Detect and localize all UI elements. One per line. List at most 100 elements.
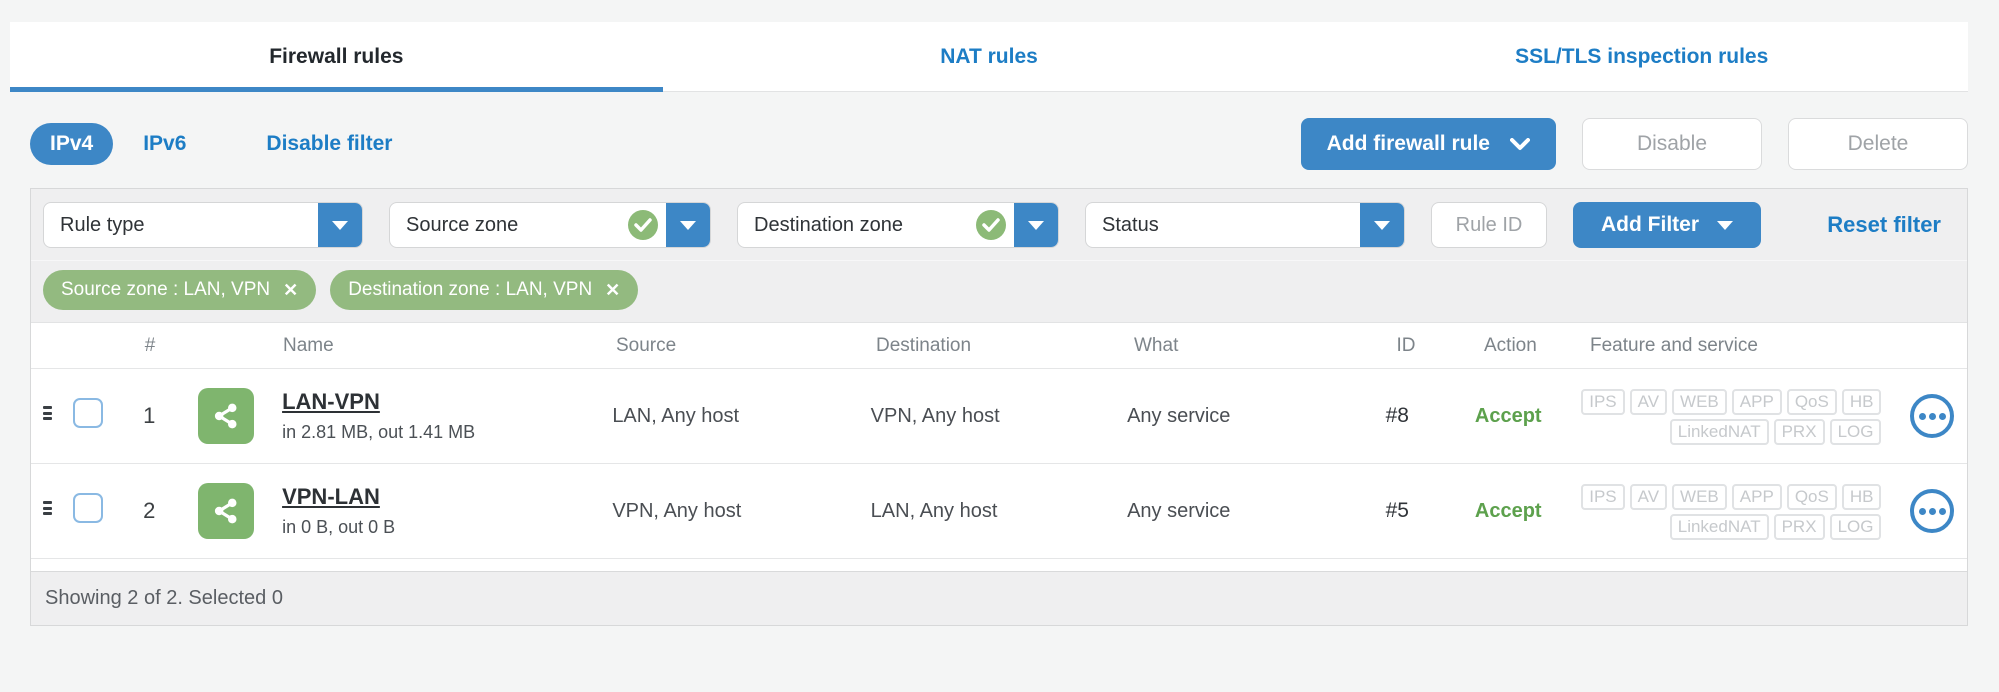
header-num: # (144, 334, 156, 356)
share-icon (198, 388, 255, 444)
cell-rule-id: #8 (1385, 404, 1409, 427)
caret-down-icon (1717, 220, 1733, 230)
destination-zone-dropdown[interactable]: Destination zone (737, 202, 1059, 248)
header-destination: Destination (876, 334, 972, 356)
cell-destination: LAN, Any host (870, 499, 998, 522)
check-circle-icon (628, 210, 658, 240)
table-row: 2 VPN-LAN in 0 B, out 0 B VPN, Any host … (31, 464, 1967, 559)
tab-nat-rules[interactable]: NAT rules (663, 22, 1316, 91)
feature-badge: WEB (1672, 388, 1727, 415)
feature-badge: LOG (1829, 418, 1882, 445)
feature-badge: QoS (1786, 483, 1837, 510)
close-icon[interactable]: ✕ (605, 281, 620, 299)
rule-type-dropdown[interactable]: Rule type (43, 202, 363, 248)
caret-down-icon (1028, 220, 1044, 230)
cell-feature-and-service: IPS AV WEB APP QoS HB LinkedNAT PRX LOG (1576, 386, 1897, 446)
table-row: 1 LAN-VPN in 2.81 MB, out 1.41 MB LAN, A… (31, 369, 1967, 464)
filter-row: Rule type Source zone Destination zone S… (31, 189, 1967, 261)
table-header-row: # Name Source Destination What ID Action… (31, 323, 1967, 369)
firewall-rules-table: # Name Source Destination What ID Action… (31, 322, 1967, 571)
delete-button[interactable]: Delete (1788, 118, 1968, 170)
ellipsis-icon[interactable] (1910, 394, 1955, 438)
row-number: 2 (143, 498, 156, 523)
cell-what: Any service (1127, 404, 1231, 427)
reset-filter-link[interactable]: Reset filter (1827, 212, 1941, 238)
destination-zone-dropdown-label: Destination zone (754, 213, 903, 236)
header-action: Action (1484, 334, 1537, 356)
status-dropdown[interactable]: Status (1085, 202, 1405, 248)
feature-badge: LinkedNAT (1669, 513, 1769, 540)
filter-chip-source-zone[interactable]: Source zone : LAN, VPN ✕ (43, 270, 317, 310)
firewall-rules-panel: Rule type Source zone Destination zone S… (30, 188, 1968, 626)
add-filter-button[interactable]: Add Filter (1573, 202, 1761, 248)
showing-status-text: Showing 2 of 2. Selected 0 (45, 587, 283, 609)
source-zone-dropdown[interactable]: Source zone (389, 202, 711, 248)
cell-rule-id: #5 (1385, 499, 1409, 522)
tab-ssl-tls-inspection-rules[interactable]: SSL/TLS inspection rules (1315, 22, 1968, 91)
dropdown-caret-button[interactable] (1360, 203, 1404, 247)
source-zone-dropdown-label: Source zone (406, 213, 519, 236)
cell-source: LAN, Any host (612, 404, 740, 427)
toolbar: IPv4 IPv6 Disable filter Add firewall ru… (30, 118, 1968, 170)
feature-badge: HB (1841, 388, 1882, 415)
filter-chip-label: Source zone : LAN, VPN (61, 279, 271, 300)
dropdown-caret-button[interactable] (1014, 203, 1058, 247)
rule-name-link[interactable]: VPN-LAN (282, 484, 380, 510)
cell-what: Any service (1127, 499, 1231, 522)
check-circle-icon (976, 210, 1006, 240)
feature-badge: APP (1731, 483, 1782, 510)
chevron-down-icon (1510, 137, 1530, 150)
caret-down-icon (680, 220, 696, 230)
feature-badge: LinkedNAT (1669, 418, 1769, 445)
feature-badge: AV (1629, 388, 1668, 415)
share-icon (198, 483, 255, 539)
feature-badge: APP (1731, 388, 1782, 415)
dropdown-caret-button[interactable] (318, 203, 362, 247)
add-firewall-rule-label: Add firewall rule (1326, 132, 1490, 155)
cell-action: Accept (1474, 499, 1542, 522)
feature-badge: IPS (1581, 388, 1625, 415)
header-name: Name (283, 334, 334, 356)
table-spacer (31, 559, 1967, 571)
add-firewall-rule-button[interactable]: Add firewall rule (1300, 118, 1556, 170)
dropdown-caret-button[interactable] (666, 203, 710, 247)
status-dropdown-label: Status (1102, 213, 1159, 236)
feature-badge: PRX (1773, 418, 1825, 445)
rule-id-input[interactable] (1431, 202, 1547, 248)
feature-badge: AV (1629, 483, 1668, 510)
tab-bar: Firewall rules NAT rules SSL/TLS inspect… (10, 22, 1968, 92)
ipv6-toggle[interactable]: IPv6 (143, 132, 186, 156)
drag-handle[interactable] (43, 404, 52, 423)
header-source: Source (616, 334, 677, 356)
filter-chip-destination-zone[interactable]: Destination zone : LAN, VPN ✕ (330, 270, 639, 310)
feature-badge: LOG (1829, 513, 1882, 540)
feature-badge: PRX (1773, 513, 1825, 540)
rule-traffic: in 0 B, out 0 B (282, 517, 396, 537)
drag-handle[interactable] (43, 499, 52, 518)
caret-down-icon (1374, 220, 1390, 230)
feature-badge: WEB (1672, 483, 1727, 510)
rule-name-link[interactable]: LAN-VPN (282, 389, 380, 415)
header-feature-and-service: Feature and service (1590, 334, 1758, 356)
close-icon[interactable]: ✕ (283, 281, 298, 299)
active-filter-chips: Source zone : LAN, VPN ✕ Destination zon… (31, 261, 1967, 322)
ellipsis-icon[interactable] (1910, 489, 1955, 533)
cell-destination: VPN, Any host (870, 404, 1000, 427)
cell-source: VPN, Any host (612, 499, 742, 522)
feature-badge: IPS (1581, 483, 1625, 510)
rule-type-dropdown-label: Rule type (60, 213, 145, 236)
tab-firewall-rules[interactable]: Firewall rules (10, 22, 663, 92)
feature-badge: QoS (1786, 388, 1837, 415)
caret-down-icon (332, 220, 348, 230)
row-checkbox[interactable] (72, 493, 103, 523)
filter-chip-label: Destination zone : LAN, VPN (348, 279, 593, 300)
disable-filter-link[interactable]: Disable filter (266, 132, 392, 156)
row-checkbox[interactable] (72, 398, 103, 428)
add-filter-label: Add Filter (1601, 213, 1699, 236)
row-number: 1 (143, 403, 156, 428)
disable-button[interactable]: Disable (1582, 118, 1762, 170)
cell-action: Accept (1474, 404, 1542, 427)
toolbar-actions: Add firewall rule Disable Delete (1300, 118, 1968, 170)
header-id: ID (1396, 334, 1416, 356)
ipv4-toggle[interactable]: IPv4 (30, 123, 114, 165)
